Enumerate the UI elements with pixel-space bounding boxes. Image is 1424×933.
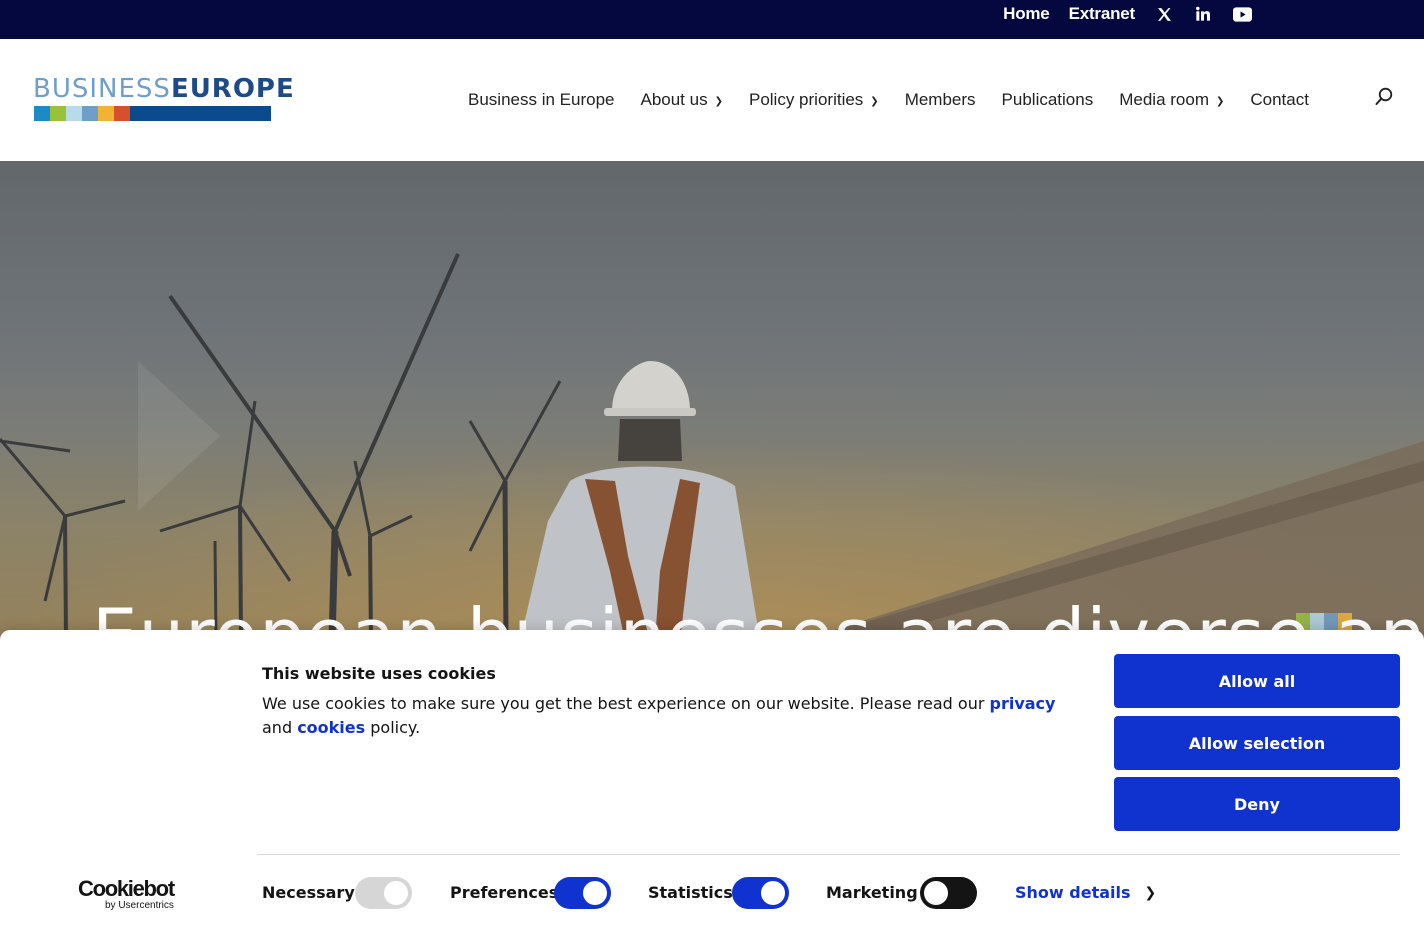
extranet-link[interactable]: Extranet bbox=[1069, 4, 1136, 24]
privacy-link[interactable]: privacy bbox=[990, 694, 1056, 713]
chevron-down-icon: ❯ bbox=[714, 95, 723, 107]
toggle-label-preferences: Preferences bbox=[450, 883, 559, 902]
logo-wordmark: BUSINESSEUROPE bbox=[33, 74, 295, 104]
nav-item-about-us[interactable]: About us ❯ bbox=[640, 90, 723, 110]
nav-item-members[interactable]: Members bbox=[905, 90, 976, 110]
deny-button[interactable]: Deny bbox=[1114, 777, 1400, 831]
linkedin-icon[interactable] bbox=[1193, 4, 1213, 24]
statistics-toggle[interactable] bbox=[732, 877, 789, 909]
logo-color-bar bbox=[34, 106, 271, 121]
nav-item-business-in-europe[interactable]: Business in Europe bbox=[468, 90, 614, 110]
top-bar: Home Extranet bbox=[0, 0, 1424, 39]
divider bbox=[257, 854, 1400, 855]
cookie-consent-banner: This website uses cookies We use cookies… bbox=[0, 630, 1424, 933]
cookie-title: This website uses cookies bbox=[262, 664, 496, 683]
toggle-label-marketing: Marketing bbox=[826, 883, 918, 902]
hero-slider-arrow[interactable] bbox=[138, 361, 220, 511]
toggle-label-statistics: Statistics bbox=[648, 883, 733, 902]
show-details-link[interactable]: Show details ❯ bbox=[1015, 883, 1156, 902]
cookies-link[interactable]: cookies bbox=[297, 718, 365, 737]
main-nav: Business in Europe About us ❯ Policy prio… bbox=[468, 87, 1335, 113]
toggle-label-necessary: Necessary bbox=[262, 883, 355, 902]
nav-item-contact[interactable]: Contact bbox=[1250, 90, 1309, 110]
cookiebot-logo[interactable]: Cookiebot by Usercentrics bbox=[78, 878, 188, 912]
hero-banner: European businesses are diverse and bbox=[0, 161, 1424, 641]
marketing-toggle[interactable] bbox=[920, 877, 977, 909]
x-twitter-icon[interactable] bbox=[1154, 4, 1174, 24]
nav-item-publications[interactable]: Publications bbox=[1002, 90, 1094, 110]
businesseurope-logo[interactable]: BUSINESSEUROPE bbox=[33, 75, 294, 123]
necessary-toggle bbox=[355, 877, 412, 909]
top-bar-links: Home Extranet bbox=[1003, 0, 1252, 28]
allow-all-button[interactable]: Allow all bbox=[1114, 654, 1400, 708]
chevron-down-icon: ❯ bbox=[870, 95, 879, 107]
chevron-right-icon: ❯ bbox=[1144, 884, 1157, 901]
nav-item-media-room[interactable]: Media room ❯ bbox=[1119, 90, 1224, 110]
nav-item-policy-priorities[interactable]: Policy priorities ❯ bbox=[749, 90, 879, 110]
chevron-down-icon: ❯ bbox=[1215, 95, 1225, 107]
search-icon[interactable] bbox=[1374, 87, 1396, 109]
youtube-icon[interactable] bbox=[1232, 4, 1252, 24]
allow-selection-button[interactable]: Allow selection bbox=[1114, 716, 1400, 770]
site-header: BUSINESSEUROPE Business in Europe About … bbox=[0, 39, 1424, 161]
home-link[interactable]: Home bbox=[1003, 4, 1050, 24]
cookie-description: We use cookies to make sure you get the … bbox=[262, 694, 1056, 737]
preferences-toggle[interactable] bbox=[554, 877, 611, 909]
